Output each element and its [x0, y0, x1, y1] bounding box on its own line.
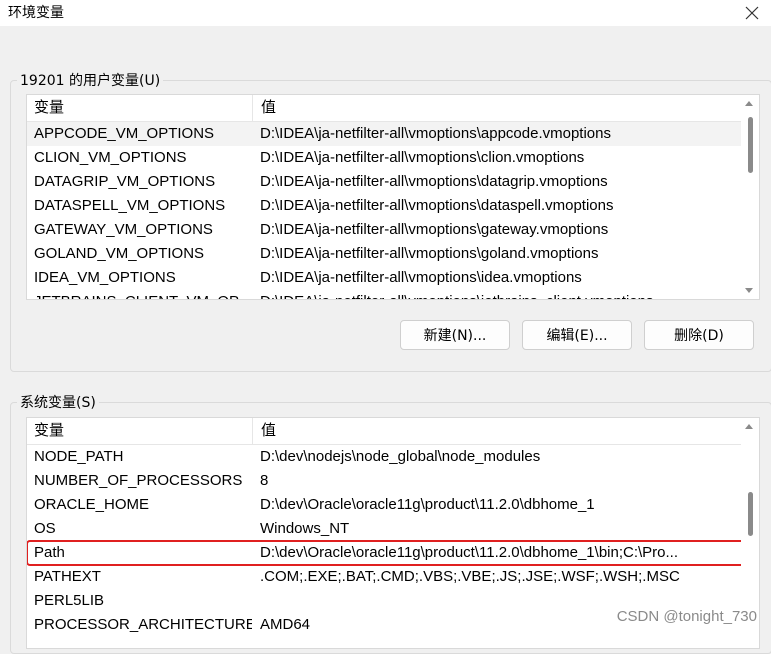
variable-value: 8 — [260, 472, 269, 489]
column-header-value[interactable]: 值 — [253, 95, 276, 121]
window-title: 环境变量 — [8, 5, 64, 21]
title-bar: 环境变量 — [0, 0, 771, 26]
scroll-up-icon[interactable] — [745, 424, 753, 429]
close-icon — [745, 6, 759, 20]
table-row[interactable]: GOLAND_VM_OPTIONS D:\IDEA\ja-netfilter-a… — [27, 242, 759, 266]
variable-value: D:\IDEA\ja-netfilter-all\vmoptions\idea.… — [260, 269, 582, 286]
variable-name: PERL5LIB — [34, 592, 105, 609]
table-row[interactable]: OS Windows_NT — [27, 517, 759, 541]
table-row[interactable]: IDEA_VM_OPTIONS D:\IDEA\ja-netfilter-all… — [27, 266, 759, 290]
table-row[interactable]: ORACLE_HOME D:\dev\Oracle\oracle11g\prod… — [27, 493, 759, 517]
variable-name: JETBRAINS_CLIENT_VM_OP — [27, 290, 252, 299]
variable-name: NUMBER_OF_PROCESSORS — [34, 472, 243, 489]
user-variables-list[interactable]: 变量 值 APPCODE_VM_OPTIONS D:\IDEA\ja-netfi… — [26, 94, 760, 300]
table-row[interactable]: APPCODE_VM_OPTIONS D:\IDEA\ja-netfilter-… — [27, 122, 759, 146]
variable-name: CLION_VM_OPTIONS — [34, 149, 187, 166]
watermark: CSDN @tonight_730 — [616, 608, 757, 625]
variable-value: D:\IDEA\ja-netfilter-all\vmoptions\datag… — [260, 173, 608, 190]
variable-value: D:\IDEA\ja-netfilter-all\vmoptions\appco… — [260, 125, 611, 142]
variable-name: GATEWAY_VM_OPTIONS — [34, 221, 213, 238]
column-header: 变量 值 — [27, 95, 759, 122]
table-row[interactable]: DATAGRIP_VM_OPTIONS D:\IDEA\ja-netfilter… — [27, 170, 759, 194]
table-row[interactable]: JETBRAINS_CLIENT_VM_OP D:\IDEA\ja-netfil… — [27, 290, 759, 299]
table-row[interactable]: CLION_VM_OPTIONS D:\IDEA\ja-netfilter-al… — [27, 146, 759, 170]
variable-name: DATAGRIP_VM_OPTIONS — [34, 173, 216, 190]
variable-value: D:\IDEA\ja-netfilter-all\vmoptions\jetbr… — [252, 290, 725, 299]
variable-name: ORACLE_HOME — [34, 496, 150, 513]
user-variables-title: 19201 的用户变量(U) — [20, 73, 161, 89]
variable-name: APPCODE_VM_OPTIONS — [34, 125, 215, 142]
table-row-path[interactable]: Path D:\dev\Oracle\oracle11g\product\11.… — [27, 540, 759, 566]
table-row[interactable]: PATHEXT .COM;.EXE;.BAT;.CMD;.VBS;.VBE;.J… — [27, 565, 759, 589]
scroll-thumb[interactable] — [748, 117, 753, 173]
column-header-name[interactable]: 变量 — [27, 95, 253, 121]
table-row[interactable]: NUMBER_OF_PROCESSORS 8 — [27, 469, 759, 493]
variable-name: PROCESSOR_ARCHITECTURE — [34, 616, 252, 633]
variable-name: GOLAND_VM_OPTIONS — [34, 245, 205, 262]
variable-value: D:\dev\Oracle\oracle11g\product\11.2.0\d… — [260, 544, 679, 561]
variable-name: PATHEXT — [34, 568, 101, 585]
variable-value: .COM;.EXE;.BAT;.CMD;.VBS;.VBE;.JS;.JSE;.… — [260, 568, 680, 585]
scroll-down-icon[interactable] — [745, 288, 753, 293]
variable-value: D:\IDEA\ja-netfilter-all\vmoptions\clion… — [260, 149, 585, 166]
column-header-name[interactable]: 变量 — [27, 418, 253, 444]
column-header-value[interactable]: 值 — [253, 418, 276, 444]
variable-value: D:\dev\nodejs\node_global\node_modules — [260, 448, 541, 465]
delete-button[interactable]: 删除(D) — [644, 320, 754, 350]
variable-value: D:\IDEA\ja-netfilter-all\vmoptions\datas… — [260, 197, 614, 214]
scroll-thumb[interactable] — [748, 492, 753, 536]
table-row[interactable]: GATEWAY_VM_OPTIONS D:\IDEA\ja-netfilter-… — [27, 218, 759, 242]
variable-value: D:\dev\Oracle\oracle11g\product\11.2.0\d… — [260, 496, 595, 513]
variable-value: D:\IDEA\ja-netfilter-all\vmoptions\gatew… — [260, 221, 609, 238]
scroll-up-icon[interactable] — [745, 101, 753, 106]
variable-value: D:\IDEA\ja-netfilter-all\vmoptions\golan… — [260, 245, 599, 262]
variable-name: DATASPELL_VM_OPTIONS — [34, 197, 226, 214]
variable-name: Path — [34, 544, 65, 561]
system-variables-title: 系统变量(S) — [20, 395, 96, 411]
new-button[interactable]: 新建(N)... — [400, 320, 510, 350]
variable-name: OS — [34, 520, 56, 537]
variable-name: IDEA_VM_OPTIONS — [34, 269, 176, 286]
variable-name: NODE_PATH — [34, 448, 124, 465]
edit-button[interactable]: 编辑(E)... — [522, 320, 632, 350]
column-header: 变量 值 — [27, 418, 759, 445]
scrollbar[interactable] — [741, 95, 759, 299]
table-row[interactable]: NODE_PATH D:\dev\nodejs\node_global\node… — [27, 445, 759, 469]
close-button[interactable] — [733, 0, 771, 26]
variable-value: Windows_NT — [260, 520, 350, 537]
table-row[interactable]: DATASPELL_VM_OPTIONS D:\IDEA\ja-netfilte… — [27, 194, 759, 218]
